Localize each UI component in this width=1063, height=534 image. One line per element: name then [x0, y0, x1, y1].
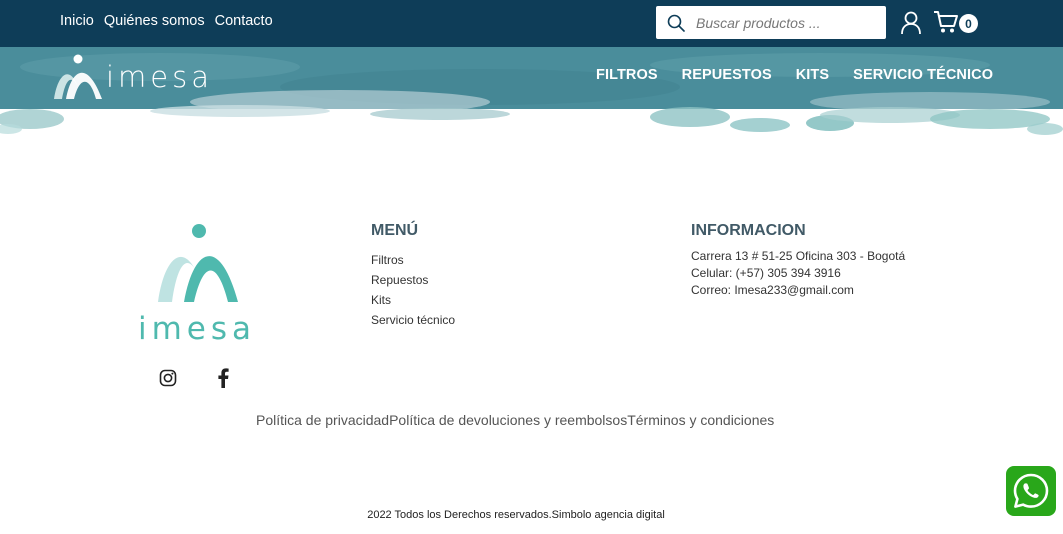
footer-menu-filtros[interactable]: Filtros	[371, 253, 404, 267]
top-link-inicio[interactable]: Inicio	[60, 13, 94, 29]
legal-link-devoluciones[interactable]: Política de devoluciones y reembolsos	[389, 412, 627, 428]
list-item: Servicio técnico	[371, 312, 455, 332]
footer-logo-wordmark: imesa	[138, 311, 257, 347]
footer-address: Carrera 13 # 51-25 Oficina 303 - Bogotá	[691, 249, 906, 263]
nav-item-kits[interactable]: KITS	[796, 67, 829, 83]
copyright-text: 2022 Todos los Derechos reservados.Simbo…	[367, 509, 665, 521]
search-box	[656, 6, 886, 39]
brand-wordmark: imesa	[106, 60, 214, 94]
footer-phone: Celular: (+57) 305 394 3916	[691, 266, 841, 280]
footer-menu-servicio-tecnico[interactable]: Servicio técnico	[371, 313, 455, 327]
footer-logo: imesa	[138, 222, 257, 347]
footer-logo-mark-icon	[158, 224, 238, 302]
list-item: Kits	[371, 292, 455, 312]
footer-menu-list: Filtros Repuestos Kits Servicio técnico	[371, 252, 455, 332]
header-splash-decoration	[0, 105, 1063, 135]
list-item: Repuestos	[371, 272, 455, 292]
footer-info-title: INFORMACION	[691, 222, 806, 239]
brand-mark-icon	[54, 54, 102, 99]
legal-link-privacidad[interactable]: Política de privacidad	[256, 412, 389, 428]
footer-info-lines: Carrera 13 # 51-25 Oficina 303 - Bogotá …	[691, 249, 905, 300]
facebook-icon[interactable]	[217, 368, 229, 388]
brand-logo[interactable]: imesa	[52, 53, 213, 101]
cart-count-badge: 0	[959, 14, 978, 33]
footer-menu-title: MENÚ	[371, 222, 419, 239]
nav-item-repuestos[interactable]: REPUESTOS	[682, 67, 772, 83]
footer-menu-kits[interactable]: Kits	[371, 293, 391, 307]
instagram-icon[interactable]	[159, 369, 177, 387]
whatsapp-icon[interactable]	[1006, 466, 1056, 516]
main-nav: FILTROS REPUESTOS KITS SERVICIO TÉCNICO	[596, 67, 993, 83]
legal-links: Política de privacidad Política de devol…	[256, 412, 774, 428]
nav-item-filtros[interactable]: FILTROS	[596, 67, 658, 83]
footer-menu-repuestos[interactable]: Repuestos	[371, 273, 428, 287]
nav-item-servicio-tecnico[interactable]: SERVICIO TÉCNICO	[853, 67, 993, 83]
legal-link-terminos[interactable]: Términos y condiciones	[627, 412, 774, 428]
footer-email: Correo: Imesa233@gmail.com	[691, 283, 854, 297]
top-links: Inicio Quiénes somos Contacto	[60, 13, 273, 29]
user-icon[interactable]	[900, 11, 922, 35]
search-icon[interactable]	[656, 14, 696, 32]
search-input[interactable]	[696, 14, 876, 31]
top-link-quienes-somos[interactable]: Quiénes somos	[104, 13, 205, 29]
top-link-contacto[interactable]: Contacto	[215, 13, 273, 29]
list-item: Filtros	[371, 252, 455, 272]
